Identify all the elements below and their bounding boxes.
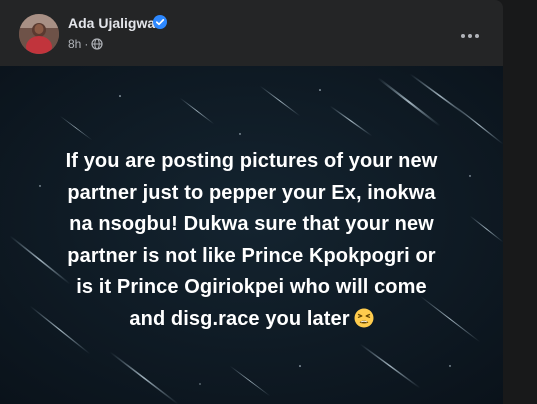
meta-separator: · <box>84 37 89 51</box>
post-text-line: and disg.race you later <box>129 307 350 330</box>
facebook-feed: Ada Ujaligwa 8h · If you are posting pic… <box>0 0 537 404</box>
author-name[interactable]: Ada Ujaligwa <box>68 15 155 31</box>
post-text-line-last: and disg.race you later <box>16 304 487 336</box>
verified-badge-icon <box>153 15 167 29</box>
more-options-button[interactable] <box>452 18 488 54</box>
post-image[interactable]: If you are posting pictures of your new … <box>0 66 503 404</box>
scrollbar[interactable] <box>509 0 537 404</box>
more-horizontal-icon <box>461 34 479 38</box>
globe-icon <box>91 38 103 50</box>
post-text: If you are posting pictures of your new … <box>16 146 487 335</box>
post-header: Ada Ujaligwa 8h · <box>0 0 503 66</box>
post-text-line: partner just to pepper your Ex, inokwa <box>67 181 436 204</box>
post-text-line: partner is not like Prince Kpokpogri or <box>67 244 436 267</box>
post-timestamp[interactable]: 8h <box>68 37 81 51</box>
post-text-line: is it Prince Ogiriokpei who will come <box>76 276 427 298</box>
tired-face-emoji-icon <box>354 308 374 327</box>
post-text-line: na nsogbu! Dukwa sure that your new <box>69 213 434 235</box>
avatar-photo <box>19 14 59 54</box>
post-text-line: If you are posting pictures of your new <box>65 150 438 172</box>
post-meta: 8h · <box>68 36 103 52</box>
avatar[interactable] <box>19 14 59 54</box>
post-card: Ada Ujaligwa 8h · If you are posting pic… <box>0 0 503 404</box>
